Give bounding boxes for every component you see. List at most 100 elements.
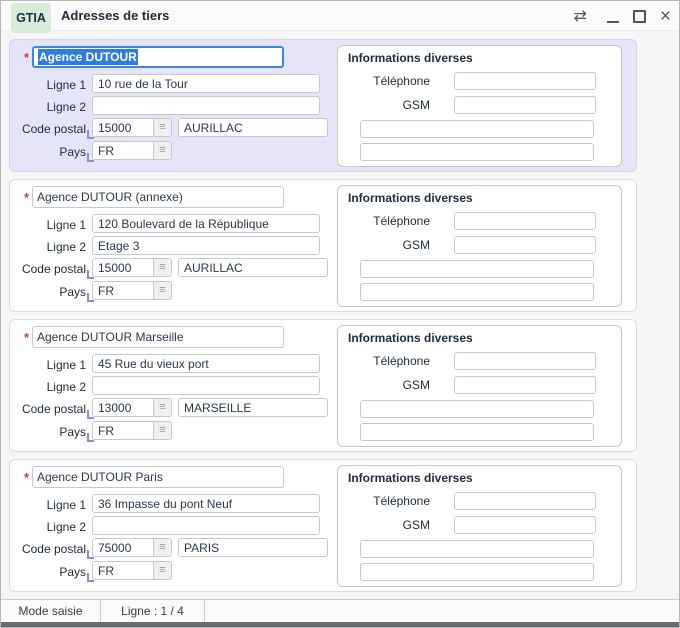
telephone-input[interactable] (454, 212, 596, 230)
ville-input[interactable] (178, 258, 328, 277)
pays-lookup-button[interactable]: ≡ (154, 421, 172, 440)
telephone-input[interactable] (454, 352, 596, 370)
required-marker: * (24, 50, 29, 65)
code-postal-label: Code postal (10, 122, 86, 136)
gsm-input[interactable] (454, 376, 596, 394)
code-postal-label: Code postal (10, 542, 86, 556)
ligne2-input[interactable] (92, 516, 320, 535)
informations-diverses-title: Informations diverses (348, 191, 473, 205)
gsm-label: GSM (338, 98, 430, 112)
informations-diverses-group: Informations diverses Téléphone GSM (337, 45, 622, 167)
info-extra1-input[interactable] (360, 120, 594, 138)
code-postal-label: Code postal (10, 262, 86, 276)
pays-input[interactable] (92, 561, 154, 580)
address-name-field[interactable]: Agence DUTOUR Paris (32, 466, 284, 488)
address-name-field[interactable]: Agence DUTOUR (annexe) (32, 186, 284, 208)
gsm-input[interactable] (454, 96, 596, 114)
address-block: * Agence DUTOUR Marseille Ligne 1 Ligne … (9, 319, 637, 452)
telephone-label: Téléphone (338, 214, 430, 228)
pays-assisted-field: ≡ (92, 141, 172, 160)
pays-label: Pays (10, 425, 86, 439)
gsm-label: GSM (338, 238, 430, 252)
required-marker: * (24, 190, 29, 205)
address-name-value: Agence DUTOUR Marseille (37, 330, 184, 344)
informations-diverses-title: Informations diverses (348, 471, 473, 485)
address-name-value: Agence DUTOUR (annexe) (37, 190, 183, 204)
ville-input[interactable] (178, 538, 328, 557)
code-postal-lookup-button[interactable]: ≡ (154, 118, 172, 137)
app-window: GTIA Adresses de tiers ⇄ × * Agence DUTO… (0, 0, 680, 628)
pays-input[interactable] (92, 421, 154, 440)
code-postal-input[interactable] (92, 538, 154, 557)
pays-input[interactable] (92, 281, 154, 300)
maximize-button[interactable] (633, 10, 646, 23)
address-name-field[interactable]: Agence DUTOUR Marseille (32, 326, 284, 348)
code-postal-label: Code postal (10, 402, 86, 416)
ligne1-input[interactable] (92, 74, 320, 93)
telephone-input[interactable] (454, 492, 596, 510)
window-title: Adresses de tiers (61, 1, 169, 31)
pays-lookup-button[interactable]: ≡ (154, 141, 172, 160)
pays-lookup-button[interactable]: ≡ (154, 561, 172, 580)
informations-diverses-group: Informations diverses Téléphone GSM (337, 185, 622, 307)
ligne1-input[interactable] (92, 494, 320, 513)
code-postal-input[interactable] (92, 398, 154, 417)
ligne1-label: Ligne 1 (10, 498, 86, 512)
gsm-input[interactable] (454, 516, 596, 534)
code-postal-lookup-button[interactable]: ≡ (154, 258, 172, 277)
code-postal-lookup-button[interactable]: ≡ (154, 398, 172, 417)
ligne2-label: Ligne 2 (10, 520, 86, 534)
gsm-label: GSM (338, 518, 430, 532)
pays-assisted-field: ≡ (92, 421, 172, 440)
informations-diverses-title: Informations diverses (348, 331, 473, 345)
pays-assisted-field: ≡ (92, 561, 172, 580)
pays-input[interactable] (92, 141, 154, 160)
info-extra2-input[interactable] (360, 423, 594, 441)
ligne2-input[interactable] (92, 96, 320, 115)
pays-assisted-field: ≡ (92, 281, 172, 300)
address-name-field[interactable]: Agence DUTOUR (32, 46, 284, 68)
code-postal-input[interactable] (92, 118, 154, 137)
info-extra1-input[interactable] (360, 260, 594, 278)
window-bottom-edge (1, 622, 679, 627)
ville-input[interactable] (178, 118, 328, 137)
info-extra2-input[interactable] (360, 143, 594, 161)
ville-input[interactable] (178, 398, 328, 417)
gsm-label: GSM (338, 378, 430, 392)
code-postal-assisted-field: ≡ (92, 538, 172, 557)
address-block: * Agence DUTOUR (annexe) Ligne 1 Ligne 2… (9, 179, 637, 312)
telephone-label: Téléphone (338, 74, 430, 88)
info-extra1-input[interactable] (360, 540, 594, 558)
info-extra1-input[interactable] (360, 400, 594, 418)
address-name-value: Agence DUTOUR Paris (37, 470, 163, 484)
pays-label: Pays (10, 285, 86, 299)
ligne1-input[interactable] (92, 354, 320, 373)
status-spacer (205, 600, 679, 622)
ligne1-label: Ligne 1 (10, 218, 86, 232)
telephone-input[interactable] (454, 72, 596, 90)
ligne2-input[interactable] (92, 376, 320, 395)
status-mode: Mode saisie (1, 600, 101, 622)
info-extra2-input[interactable] (360, 563, 594, 581)
code-postal-lookup-button[interactable]: ≡ (154, 538, 172, 557)
address-block: * Agence DUTOUR Paris Ligne 1 Ligne 2 Co… (9, 459, 637, 592)
required-marker: * (24, 470, 29, 485)
ligne2-label: Ligne 2 (10, 240, 86, 254)
pays-lookup-button[interactable]: ≡ (154, 281, 172, 300)
info-extra2-input[interactable] (360, 283, 594, 301)
address-list: * Agence DUTOUR Ligne 1 Ligne 2 Code pos… (1, 31, 679, 599)
ligne1-label: Ligne 1 (10, 78, 86, 92)
minimize-icon (607, 11, 619, 23)
close-button[interactable]: × (660, 10, 671, 23)
code-postal-assisted-field: ≡ (92, 118, 172, 137)
gsm-input[interactable] (454, 236, 596, 254)
ligne2-input[interactable] (92, 236, 320, 255)
ligne1-input[interactable] (92, 214, 320, 233)
status-line-indicator: Ligne : 1 / 4 (101, 600, 205, 622)
ligne2-label: Ligne 2 (10, 100, 86, 114)
code-postal-input[interactable] (92, 258, 154, 277)
informations-diverses-title: Informations diverses (348, 51, 473, 65)
minimize-button[interactable] (607, 9, 619, 23)
dock-swap-icon[interactable]: ⇄ (573, 6, 586, 26)
address-block: * Agence DUTOUR Ligne 1 Ligne 2 Code pos… (9, 39, 637, 172)
